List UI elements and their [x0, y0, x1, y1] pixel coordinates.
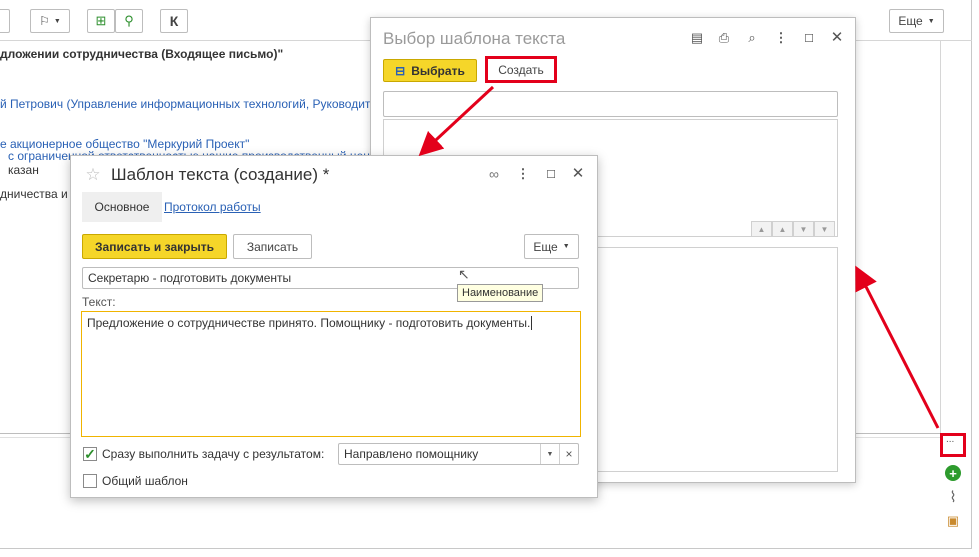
annotation-arrows — [418, 85, 940, 429]
arrow-to-create-dialog — [418, 85, 495, 157]
arrow-to-select-window — [855, 265, 940, 429]
